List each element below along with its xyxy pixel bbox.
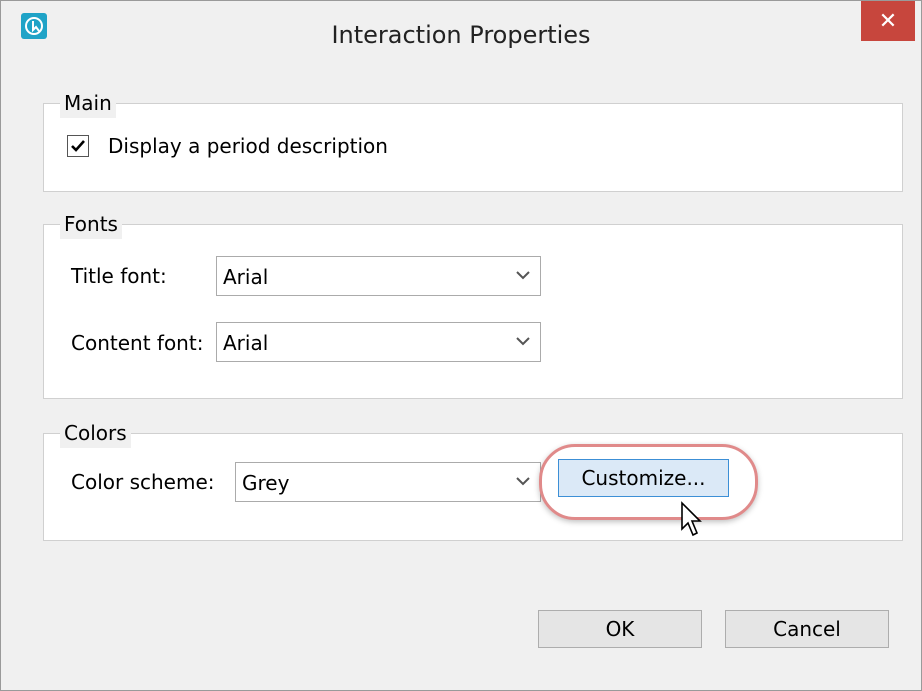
checkmark-icon (71, 140, 85, 152)
title-font-select[interactable]: Arial (216, 256, 541, 296)
main-group-legend: Main (60, 88, 116, 118)
content-font-select[interactable]: Arial (216, 322, 541, 362)
fonts-group: Fonts (43, 209, 903, 399)
ok-button[interactable]: OK (538, 610, 702, 648)
color-scheme-select[interactable]: Grey (235, 462, 541, 502)
dialog-title: Interaction Properties (331, 21, 591, 49)
title-bar: Interaction Properties ✕ (1, 1, 921, 73)
chevron-down-icon (516, 477, 530, 486)
fonts-group-legend: Fonts (60, 209, 122, 239)
customize-button-label: Customize... (581, 466, 706, 490)
color-scheme-value: Grey (242, 471, 290, 495)
ok-button-label: OK (605, 617, 635, 641)
title-font-label: Title font: (71, 264, 167, 288)
mouse-pointer-icon (681, 501, 702, 537)
interaction-properties-dialog: Interaction Properties ✕ Main Display a … (0, 0, 922, 691)
display-period-description-label: Display a period description (108, 134, 388, 158)
dialog-content: Main Display a period description Fonts … (20, 73, 903, 668)
display-period-description-checkbox[interactable] (67, 135, 89, 157)
chevron-down-icon (516, 337, 530, 346)
close-button[interactable]: ✕ (861, 1, 915, 41)
close-icon: ✕ (878, 8, 898, 34)
content-font-label: Content font: (71, 331, 204, 355)
color-scheme-label: Color scheme: (71, 470, 215, 494)
title-font-value: Arial (223, 265, 269, 289)
cancel-button[interactable]: Cancel (725, 610, 889, 648)
cancel-button-label: Cancel (773, 617, 841, 641)
chevron-down-icon (516, 271, 530, 280)
customize-button[interactable]: Customize... (558, 459, 729, 497)
content-font-value: Arial (223, 331, 269, 355)
colors-group-legend: Colors (60, 418, 131, 448)
